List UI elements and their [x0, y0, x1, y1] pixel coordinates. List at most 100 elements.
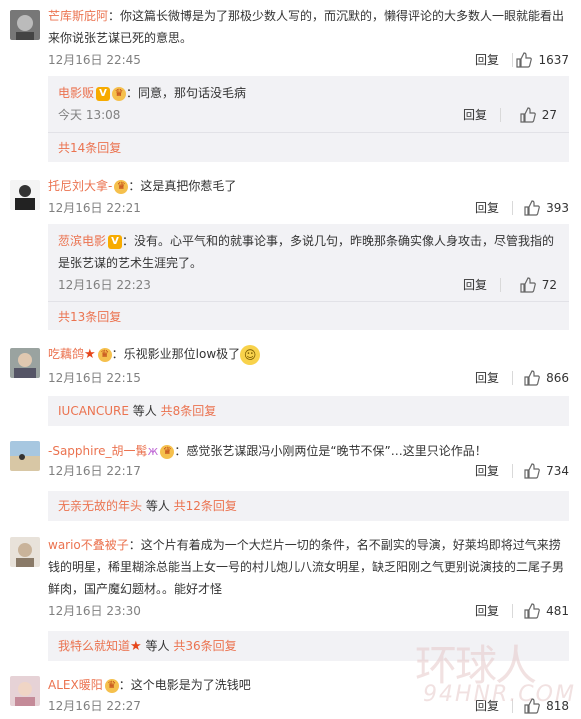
comment-meta: 12月16日 23:30 回复 481: [48, 601, 569, 621]
divider: [512, 699, 513, 713]
view-more-replies-link[interactable]: 无亲无故的年头 等人 共12条回复: [58, 496, 557, 516]
comment-time: 12月16日 22:21: [48, 201, 141, 215]
comment-meta: 12月16日 22:17 回复 734: [48, 461, 569, 481]
user-avatar-image: [10, 180, 40, 210]
reply-others-label: 等人: [128, 404, 161, 418]
reply-button[interactable]: 回复: [475, 696, 499, 716]
user-avatar-image: [10, 348, 40, 378]
like-button[interactable]: 72: [520, 275, 557, 295]
reply-button[interactable]: 回复: [475, 198, 499, 218]
thumb-up-icon: [524, 698, 540, 714]
like-button[interactable]: 27: [520, 105, 557, 125]
comment-time: 12月16日 22:45: [48, 53, 141, 67]
reply-user-link[interactable]: 我特么就知道: [58, 639, 130, 653]
reply-others-label: 等人: [142, 499, 174, 513]
comment-text: 吃藕鸽★ ♛ ：乐视影业那位low极了 ☺: [48, 343, 569, 366]
sub-replies: 䓤滨电影 V ：没有。心平气和的就事论事，多说几句，昨晚那条确实像人身攻击，尽管我指…: [48, 224, 569, 330]
avatar[interactable]: [10, 441, 40, 471]
sub-reply-text: 䓤滨电影 V ：没有。心平气和的就事论事，多说几句，昨晚那条确实像人身攻击，尽管我指…: [58, 230, 557, 274]
comment-body: ：乐视影业那位low极了: [111, 347, 241, 361]
comment-meta: 12月16日 22:27 回复 818: [48, 696, 569, 716]
user-avatar-image: [10, 537, 40, 567]
comment-meta: 12月16日 22:15 回复 866: [48, 368, 569, 388]
comment-meta: 12月16日 22:21 回复 393: [48, 198, 569, 218]
comment-username[interactable]: wario不叠被子: [48, 538, 129, 552]
divider: [512, 464, 513, 478]
sub-replies: IUCANCURE 等人 共8条回复: [48, 396, 569, 426]
avatar[interactable]: [10, 10, 40, 40]
sub-reply-body: ：同意，那句话没毛病: [126, 86, 247, 100]
like-button[interactable]: 393: [524, 198, 569, 218]
thumb-up-icon: [520, 107, 536, 123]
comment-username[interactable]: 芒库斯庇阿: [48, 9, 108, 23]
like-count: 481: [546, 604, 569, 618]
avatar[interactable]: [10, 676, 40, 706]
comment-username[interactable]: ALEX暖阳: [48, 678, 103, 692]
thumb-up-icon: [524, 463, 540, 479]
comment-text: -Sapphire_胡一髯ж ♛ ：感觉张艺谋跟冯小刚两位是“晚节不保”…这里只论作…: [48, 440, 569, 462]
reply-button[interactable]: 回复: [475, 601, 499, 621]
avatar[interactable]: [10, 537, 40, 567]
comment-username[interactable]: -Sapphire_胡一髯: [48, 444, 148, 458]
reply-user-link[interactable]: 无亲无故的年头: [58, 499, 142, 513]
view-more-replies-link[interactable]: IUCANCURE 等人 共8条回复: [58, 401, 557, 421]
verified-icon: V: [108, 234, 123, 249]
thumb-up-icon: [524, 603, 540, 619]
reply-button[interactable]: 回复: [475, 50, 499, 70]
reply-count-link[interactable]: 共8条回复: [161, 404, 217, 418]
like-count: 72: [541, 278, 557, 292]
reply-count-link[interactable]: 共12条回复: [174, 499, 237, 513]
comment-time: 12月16日 22:15: [48, 371, 141, 385]
sub-reply-time: 12月16日 22:23: [58, 278, 151, 292]
thumb-up-icon: [520, 277, 536, 293]
comment-username[interactable]: 吃藕鸽: [48, 347, 84, 361]
star-badge-icon: ★: [84, 347, 96, 362]
reply-button[interactable]: 回复: [475, 461, 499, 481]
user-avatar-image: [10, 10, 40, 40]
avatar[interactable]: [10, 180, 40, 210]
comment-body: ：你这篇长微博是为了那极少数人写的，而沉默的，懒得评论的大多数人一眼就能看出来你…: [48, 9, 565, 45]
comment-body: ：这个电影是为了洗钱吧: [118, 678, 251, 692]
butterfly-icon: ж: [147, 444, 159, 458]
like-button[interactable]: 1637: [516, 50, 569, 70]
comment-text: wario不叠被子：这个片有着成为一个大烂片一切的条件，名不副实的导演，好莱坞即…: [48, 534, 569, 600]
sub-reply-meta: 今天 13:08 回复 27: [58, 105, 557, 125]
sub-reply-username[interactable]: 电影贩: [58, 86, 94, 100]
emoji-icon: ☺: [240, 344, 261, 365]
divider: [512, 371, 513, 385]
comment-meta: 12月16日 22:45 回复 1637: [48, 50, 569, 70]
view-more-replies-link[interactable]: 共13条回复: [58, 307, 557, 327]
divider: [48, 132, 569, 133]
divider: [48, 301, 569, 302]
reply-others-label: 等人: [141, 639, 174, 653]
divider: [512, 201, 513, 215]
divider: [500, 278, 501, 292]
like-button[interactable]: 818: [524, 696, 569, 716]
comment-username[interactable]: 托尼刘大拿-: [48, 179, 112, 193]
crown-icon: ♛: [114, 179, 129, 194]
view-more-replies-link[interactable]: 共14条回复: [58, 138, 557, 158]
like-count: 866: [546, 371, 569, 385]
reply-count-link[interactable]: 共36条回复: [173, 639, 236, 653]
like-button[interactable]: 734: [524, 461, 569, 481]
sub-reply-username[interactable]: 䓤滨电影: [58, 234, 106, 248]
reply-button[interactable]: 回复: [463, 275, 487, 295]
like-button[interactable]: 866: [524, 368, 569, 388]
reply-button[interactable]: 回复: [475, 368, 499, 388]
divider: [512, 604, 513, 618]
view-more-replies-link[interactable]: 我特么就知道★ 等人 共36条回复: [58, 636, 557, 656]
divider: [512, 53, 513, 67]
sub-replies: 我特么就知道★ 等人 共36条回复: [48, 631, 569, 661]
thumb-up-icon: [516, 52, 533, 68]
verified-icon: V: [96, 86, 111, 101]
thumb-up-icon: [524, 200, 540, 216]
like-button[interactable]: 481: [524, 601, 569, 621]
sub-replies: 电影贩 V ♛ ：同意，那句话没毛病 今天 13:08 回复 27 共14条回复: [48, 76, 569, 162]
crown-icon: ♛: [160, 444, 175, 459]
crown-icon: ♛: [104, 678, 119, 693]
reply-button[interactable]: 回复: [463, 105, 487, 125]
sub-reply-text: 电影贩 V ♛ ：同意，那句话没毛病: [58, 82, 557, 104]
comment-text: 托尼刘大拿- ♛ ：这是真把你惹毛了: [48, 175, 569, 197]
reply-user-link[interactable]: IUCANCURE: [58, 404, 129, 418]
avatar[interactable]: [10, 348, 40, 378]
